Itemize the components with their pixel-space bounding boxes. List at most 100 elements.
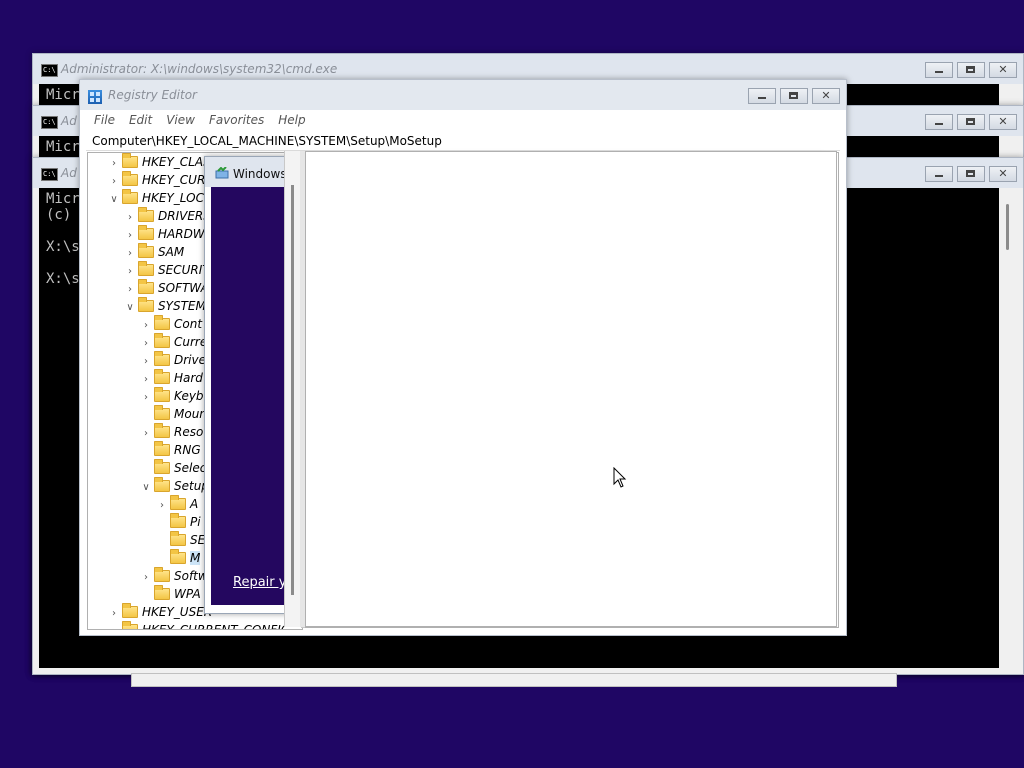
console-scrollbar-thumb[interactable]	[1006, 204, 1009, 250]
tree-node-label: Cont	[174, 317, 203, 331]
tree-node[interactable]: › Resou	[140, 423, 211, 441]
folder-icon	[170, 495, 186, 510]
folder-icon	[154, 585, 170, 600]
folder-icon	[138, 207, 154, 222]
tree-node[interactable]: › SAM	[124, 243, 184, 261]
minimize-button[interactable]	[925, 114, 953, 130]
tree-node[interactable]: Pi	[156, 513, 201, 531]
folder-icon	[170, 531, 186, 546]
minimize-button[interactable]	[925, 62, 953, 78]
tree-node[interactable]: › Keyb	[140, 387, 204, 405]
collapse-chevron-icon[interactable]: ∨	[140, 479, 152, 497]
copyright-text: © Microsof	[235, 605, 290, 616]
regedit-titlebar[interactable]: Registry Editor	[80, 80, 846, 110]
tree-node[interactable]: ∨ Setup	[140, 477, 209, 495]
mouse-cursor-icon	[613, 467, 627, 488]
hidden-window-edge	[131, 673, 897, 687]
tree-node-label: WPA	[174, 587, 201, 601]
collapse-chevron-icon[interactable]: ∨	[108, 191, 120, 209]
tree-node-label: Selec	[174, 461, 207, 475]
tree-node[interactable]: › Cont	[140, 315, 202, 333]
close-button[interactable]	[989, 114, 1017, 130]
tree-node[interactable]: › A	[156, 495, 198, 513]
menu-file[interactable]: File	[94, 113, 115, 127]
console-scrollbar[interactable]	[999, 188, 1017, 668]
folder-icon	[154, 351, 170, 366]
folder-icon	[154, 333, 170, 348]
menu-view[interactable]: View	[166, 113, 195, 127]
tree-node[interactable]: WPA	[140, 585, 201, 603]
cmd-window-3-title: Ad	[61, 166, 77, 180]
tree-node[interactable]: M	[156, 549, 201, 567]
tree-node-label: DRIVERS	[158, 209, 211, 223]
minimize-button[interactable]	[925, 166, 953, 182]
regedit-title: Registry Editor	[108, 88, 197, 102]
tree-node-label: RNG	[174, 443, 201, 457]
tree-node-label: Softw	[174, 569, 208, 583]
tree-node[interactable]: ∨ SYSTEM	[124, 297, 206, 315]
tree-node[interactable]: › SOFTWA	[124, 279, 209, 297]
tree-node[interactable]: Selec	[140, 459, 206, 477]
folder-icon	[154, 567, 170, 582]
tree-scrollbar-overlay[interactable]	[284, 151, 301, 627]
folder-icon	[170, 549, 186, 564]
tree-node-label: Moun	[174, 407, 207, 421]
tree-node-label: Drive	[174, 353, 206, 367]
tree-node[interactable]: RNG	[140, 441, 201, 459]
cmd-icon: C:\	[41, 64, 58, 77]
tree-node-label: HKEY_CURRENT_CONFIG	[142, 623, 291, 630]
tree-node-label: HKEY_LOC	[142, 191, 204, 205]
tree-node[interactable]: › Curre	[140, 333, 207, 351]
expand-chevron-icon[interactable]: ›	[108, 623, 120, 629]
close-button[interactable]	[812, 88, 840, 104]
close-button[interactable]	[989, 166, 1017, 182]
cmd-window-2-title: Ad	[61, 114, 77, 128]
close-button[interactable]	[989, 62, 1017, 78]
tree-node-label: SYSTEM	[158, 299, 206, 313]
tree-node[interactable]: SE	[156, 531, 205, 549]
tree-node[interactable]: Moun	[140, 405, 207, 423]
maximize-button[interactable]	[957, 62, 985, 78]
tree-node[interactable]: › HKEY_CUR	[108, 171, 205, 189]
tree-node-label: Curre	[174, 335, 208, 349]
folder-icon	[122, 621, 138, 629]
address-bar[interactable]: Computer\HKEY_LOCAL_MACHINE\SYSTEM\Setup…	[86, 132, 840, 151]
folder-icon	[138, 225, 154, 240]
repair-link[interactable]: Repair y	[233, 575, 286, 590]
menu-edit[interactable]: Edit	[129, 113, 152, 127]
menu-favorites[interactable]: Favorites	[209, 113, 264, 127]
folder-icon	[122, 189, 138, 204]
folder-icon	[122, 153, 138, 168]
values-pane-overlay[interactable]	[305, 151, 837, 627]
tree-node[interactable]: › HARDW	[124, 225, 205, 243]
setup-side-panel: Repair y © Microsof	[211, 187, 291, 616]
menu-help[interactable]: Help	[278, 113, 305, 127]
folder-icon	[154, 459, 170, 474]
tree-scrollbar-thumb[interactable]	[291, 185, 294, 595]
tree-node[interactable]: › DRIVERS	[124, 207, 211, 225]
folder-icon	[154, 405, 170, 420]
tree-node-label: SAM	[158, 245, 185, 259]
minimize-button[interactable]	[748, 88, 776, 104]
tree-node-label: HKEY_USER	[142, 605, 213, 619]
folder-icon	[138, 297, 154, 312]
regedit-overlay	[284, 151, 837, 627]
tree-node-label: SOFTWA	[158, 281, 209, 295]
tree-node[interactable]: › Hard	[140, 369, 203, 387]
cmd-icon: C:\	[41, 168, 58, 181]
tree-node[interactable]: › HKEY_USER	[108, 603, 212, 621]
maximize-button[interactable]	[780, 88, 808, 104]
tree-node[interactable]: › SECURIT	[124, 261, 210, 279]
tree-node[interactable]: › HKEY_CLAS	[108, 153, 211, 171]
folder-icon	[122, 603, 138, 618]
maximize-button[interactable]	[957, 114, 985, 130]
maximize-button[interactable]	[957, 166, 985, 182]
tree-node-label: HARDW	[158, 227, 205, 241]
tree-node-label: Pi	[190, 515, 201, 529]
collapse-chevron-icon[interactable]: ∨	[124, 299, 136, 317]
folder-icon	[138, 279, 154, 294]
tree-node[interactable]: › Softw	[140, 567, 208, 585]
tree-node[interactable]: › Drive	[140, 351, 206, 369]
tree-node[interactable]: › HKEY_CURRENT_CONFIG	[108, 621, 291, 630]
tree-node[interactable]: ∨ HKEY_LOC	[108, 189, 204, 207]
